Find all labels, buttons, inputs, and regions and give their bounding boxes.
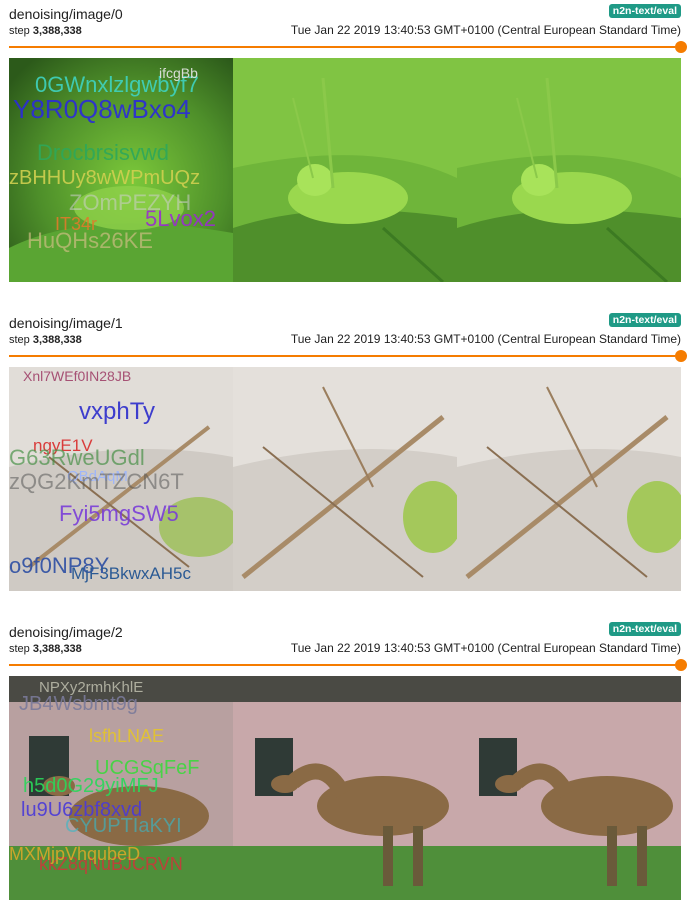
run-tag: n2n-text/eval [608,313,681,327]
noisy-input-image: 0GWnxlzlgwbyf7 Y8R0Q8wBxo4 Drocbrsisvwd … [9,58,233,282]
image-card-1: denoising/image/1 n2n-text/eval step 3,3… [9,313,687,615]
clean-target-image [457,58,681,282]
noise-text: h5d0G29yiMFJ [23,775,159,797]
noise-text: Drocbrsisvwd [37,140,169,165]
image-card-0: denoising/image/0 n2n-text/eval step 3,3… [9,4,687,306]
timestamp: Tue Jan 22 2019 13:40:53 GMT+0100 (Centr… [290,332,681,346]
step-value: 3,388,338 [32,334,82,346]
noise-text: lsfhLNAE [89,726,164,746]
run-tag: n2n-text/eval [608,4,681,18]
noise-text: CYUPTIaKYI [65,815,182,837]
noise-text: zBHHUy8wWPmUQz [9,167,200,189]
noise-text: G63RweUGdl [9,445,145,470]
noise-text: Fyi5mgSW5 [59,501,179,526]
clean-target-image [457,676,681,900]
step-info: step 3,388,338 [9,333,82,347]
noise-text: vxphTy [79,398,155,425]
denoised-output-image [233,58,457,282]
timestamp: Tue Jan 22 2019 13:40:53 GMT+0100 (Centr… [290,641,681,655]
denoised-output-image [233,676,457,900]
image-strip: NPXy2rmhKhlE JB4Wsbmt9g lsfhLNAE UCGSqFe… [9,676,681,900]
noisy-input-image: NPXy2rmhKhlE JB4Wsbmt9g lsfhLNAE UCGSqFe… [9,676,233,900]
step-info: step 3,388,338 [9,24,82,38]
card-title: denoising/image/0 [9,6,123,22]
timestamp: Tue Jan 22 2019 13:40:53 GMT+0100 (Centr… [290,23,681,37]
noise-text: Xnl7WEf0IN28JB [23,368,131,384]
noise-text: ifcgBb [159,65,198,81]
card-title: denoising/image/2 [9,624,123,640]
noise-text: zQG2KmTZCN6T [9,469,184,494]
noise-text: HuQHs26KE [27,228,153,253]
run-tag: n2n-text/eval [608,622,681,636]
step-info: step 3,388,338 [9,642,82,656]
step-value: 3,388,338 [32,643,82,655]
step-slider[interactable] [9,40,687,54]
slider-track[interactable] [9,355,675,357]
noise-text: MjF3BkwxAH5c [71,564,191,583]
image-strip: 0GWnxlzlgwbyf7 Y8R0Q8wBxo4 Drocbrsisvwd … [9,58,681,282]
slider-thumb[interactable] [675,659,687,671]
step-slider[interactable] [9,658,687,672]
image-card-2: denoising/image/2 n2n-text/eval step 3,3… [9,622,687,924]
card-title: denoising/image/1 [9,315,123,331]
image-strip: Xnl7WEf0IN28JB vxphTy ngyE1V QBdAqM zQG2… [9,367,681,591]
slider-thumb[interactable] [675,350,687,362]
step-slider[interactable] [9,349,687,363]
noise-text: 5Lvox2 [145,206,216,231]
noise-text: JB4Wsbmt9g [19,693,138,715]
step-label: step [9,25,30,37]
slider-track[interactable] [9,664,675,666]
step-value: 3,388,338 [32,25,82,37]
noise-text: Y8R0Q8wBxo4 [13,94,191,124]
slider-track[interactable] [9,46,675,48]
denoised-output-image [233,367,457,591]
noise-text: MXMjpVhqubeD [9,844,140,864]
slider-thumb[interactable] [675,41,687,53]
step-label: step [9,643,30,655]
step-label: step [9,334,30,346]
clean-target-image [457,367,681,591]
noisy-input-image: Xnl7WEf0IN28JB vxphTy ngyE1V QBdAqM zQG2… [9,367,233,591]
